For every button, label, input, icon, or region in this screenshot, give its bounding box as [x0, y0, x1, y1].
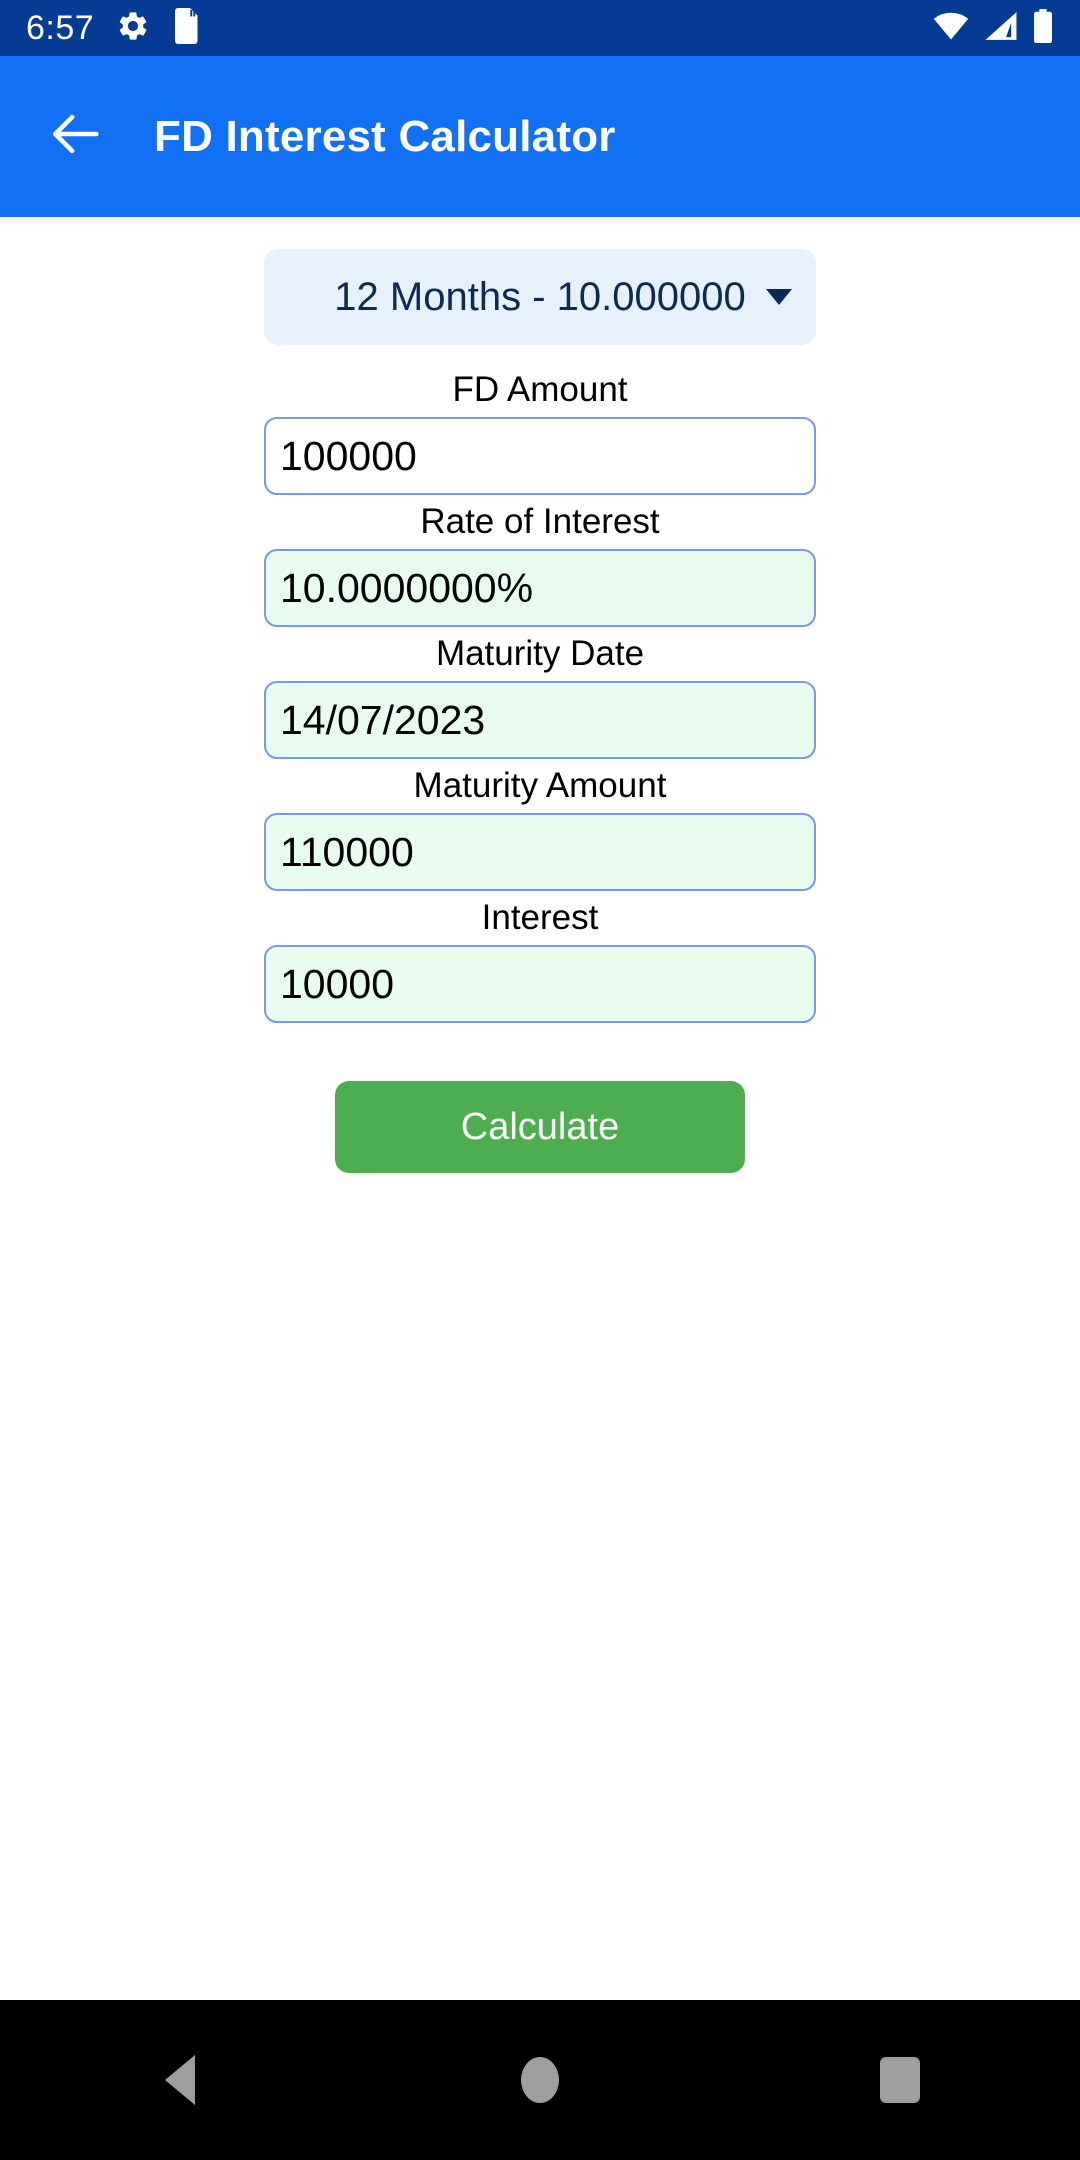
- battery-icon: [1032, 8, 1054, 48]
- phone-screen: 6:57 FD Interest Calculator 12 Months - …: [0, 0, 1080, 2160]
- page-title: FD Interest Calculator: [154, 111, 616, 161]
- square-recents-icon: [880, 2057, 920, 2103]
- label-fd-amount: FD Amount: [452, 370, 628, 409]
- field-rate-of-interest-value: 10.0000000%: [280, 564, 534, 611]
- status-clock: 6:57: [26, 9, 95, 47]
- nav-recents-button[interactable]: [720, 2000, 1080, 2160]
- field-maturity-amount-value: 110000: [280, 828, 414, 875]
- field-maturity-date-value: 14/07/2023: [280, 696, 486, 743]
- cellular-signal-icon: [984, 10, 1018, 47]
- nav-home-button[interactable]: [360, 2000, 720, 2160]
- field-maturity-date[interactable]: 14/07/2023: [264, 681, 816, 759]
- nav-back-button[interactable]: [0, 2000, 360, 2160]
- label-interest: Interest: [481, 898, 599, 937]
- field-rate-of-interest[interactable]: 10.0000000%: [264, 549, 816, 627]
- arrow-left-icon: [48, 105, 106, 168]
- status-bar: 6:57: [0, 0, 1080, 56]
- field-fd-amount-value: 100000: [280, 432, 417, 479]
- label-maturity-date: Maturity Date: [435, 634, 645, 673]
- field-interest[interactable]: 10000: [264, 945, 816, 1023]
- gear-icon: [116, 9, 150, 48]
- wifi-icon: [932, 11, 970, 46]
- calculate-button[interactable]: Calculate: [335, 1081, 745, 1173]
- back-button[interactable]: [22, 82, 132, 192]
- content-area: 12 Months - 10.000000 FD Amount 100000 R…: [0, 217, 1080, 2000]
- field-fd-amount[interactable]: 100000: [264, 417, 816, 495]
- fd-calculator-form: 12 Months - 10.000000 FD Amount 100000 R…: [264, 249, 816, 1173]
- field-maturity-amount[interactable]: 110000: [264, 813, 816, 891]
- triangle-back-icon: [165, 2055, 195, 2105]
- label-maturity-amount: Maturity Amount: [413, 766, 667, 805]
- term-select-value: 12 Months - 10.000000: [334, 275, 746, 319]
- sd-card-icon: [172, 7, 202, 49]
- status-bar-right-group: [932, 8, 1054, 48]
- circle-home-icon: [521, 2057, 559, 2103]
- status-bar-left-group: 6:57: [26, 7, 932, 49]
- chevron-down-icon: [766, 289, 792, 305]
- field-interest-value: 10000: [280, 960, 395, 1007]
- android-nav-bar: [0, 2000, 1080, 2160]
- label-rate-of-interest: Rate of Interest: [420, 502, 660, 541]
- app-bar: FD Interest Calculator: [0, 56, 1080, 217]
- term-select-dropdown[interactable]: 12 Months - 10.000000: [264, 249, 816, 345]
